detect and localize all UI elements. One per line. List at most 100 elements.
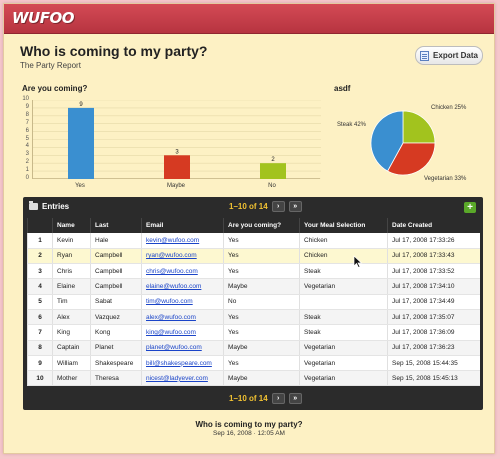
bar-value-label: 9 (79, 102, 83, 108)
cell-coming: Yes (223, 233, 300, 249)
column-header[interactable]: Email (141, 218, 224, 233)
cell-last: Hale (90, 233, 142, 249)
email-link[interactable]: chris@wufoo.com (146, 268, 198, 275)
pager-text-bottom: 1–10 of 14 (229, 394, 268, 403)
row-number: 7 (27, 324, 53, 341)
cell-date: Jul 17, 2008 17:33:43 (387, 248, 480, 265)
add-entry-button[interactable]: + (464, 202, 476, 213)
table-row[interactable]: 5 Tim Sabat tim@wufoo.com No Jul 17, 2008 17:… (27, 294, 480, 310)
cell-last: Kong (90, 324, 142, 341)
cell-meal: Chicken (299, 248, 388, 265)
cell-email: nicest@ladyever.com (141, 370, 224, 387)
table-row[interactable]: 4 Elaine Campbell elaine@wufoo.com Maybe Vege… (27, 278, 480, 295)
email-link[interactable]: ryan@wufoo.com (146, 252, 197, 259)
last-page-button[interactable]: » (288, 201, 302, 212)
next-page-button-bottom[interactable]: › (271, 393, 285, 404)
table-row[interactable]: 10 Mother Theresa nicest@ladyever.com Maybe V… (27, 370, 480, 387)
pager-text: 1–10 of 14 (229, 202, 268, 211)
cell-coming: Yes (223, 263, 300, 280)
bar-value-label: 2 (271, 157, 275, 163)
export-data-label: Export Data (433, 51, 478, 60)
export-data-button[interactable]: Export Data (415, 46, 483, 65)
cell-name: Mother (52, 370, 91, 387)
row-number: 3 (27, 263, 53, 280)
email-link[interactable]: nicest@ladyever.com (146, 375, 208, 382)
column-header[interactable] (27, 218, 53, 233)
row-number: 6 (27, 309, 53, 326)
footer-date: Sep 16, 2008 · 12:05 AM (213, 430, 285, 437)
y-tick-label: 3 (25, 151, 29, 158)
cell-meal: Vegetarian (299, 340, 388, 356)
table-header-row: Name Last Email Are you coming? Your Meal Se… (27, 218, 480, 233)
entries-panel: Entries 1–10 of 14 › » + Name Last Email Ar… (23, 197, 483, 410)
column-header[interactable]: Are you coming? (223, 218, 300, 233)
bar-chart-plot: 9 3 2 (32, 100, 321, 179)
pager-top: 1–10 of 14 › » (229, 201, 302, 212)
table-row[interactable]: 7 King Kong king@wufoo.com Yes Steak Jul 17, 2… (27, 324, 480, 341)
x-tick-label: Maybe (166, 183, 185, 189)
cell-coming: Maybe (223, 278, 300, 295)
email-link[interactable]: alex@wufoo.com (146, 314, 196, 321)
wufoo-logo[interactable]: WUFOO (12, 9, 74, 27)
email-link[interactable]: bill@shakespeare.com (146, 360, 212, 367)
table-row[interactable]: 9 William Shakespeare bill@shakespeare.com Y… (27, 355, 480, 372)
cell-meal (299, 294, 388, 310)
email-link[interactable]: kevin@wufoo.com (146, 237, 199, 244)
cell-coming: Maybe (223, 340, 300, 356)
cell-email: kevin@wufoo.com (141, 233, 224, 249)
cell-coming: Yes (223, 309, 300, 326)
bar-no (260, 163, 286, 179)
cell-name: Kevin (52, 233, 91, 249)
cell-last: Campbell (90, 263, 142, 280)
table-row[interactable]: 1 Kevin Hale kevin@wufoo.com Yes Chicken Jul 1… (27, 233, 480, 249)
column-header[interactable]: Your Meal Selection (299, 218, 388, 233)
pie-slice-label: Vegetarian 33% (424, 176, 467, 182)
pie-chart-svg (370, 110, 436, 176)
bar-yes (68, 107, 94, 179)
cell-name: Elaine (52, 278, 91, 295)
table-row[interactable]: 8 Captain Planet planet@wufoo.com Maybe Veget… (27, 340, 480, 356)
cell-date: Sep 15, 2008 15:45:13 (387, 370, 480, 387)
email-link[interactable]: king@wufoo.com (146, 329, 196, 336)
cell-meal: Vegetarian (299, 355, 388, 372)
cell-date: Jul 17, 2008 17:34:49 (387, 294, 480, 310)
row-number: 9 (27, 355, 53, 372)
column-header[interactable]: Last (90, 218, 142, 233)
y-tick-label: 4 (25, 143, 29, 150)
cell-email: bill@shakespeare.com (141, 355, 224, 372)
pie-slice-label: Steak 42% (337, 122, 367, 128)
column-header[interactable]: Date Created (387, 218, 480, 233)
x-tick-label: No (268, 183, 276, 189)
cell-date: Jul 17, 2008 17:36:09 (387, 324, 480, 341)
bar-chart-svg: 9 3 2 (33, 100, 321, 179)
cell-last: Sabat (90, 294, 142, 310)
entries-header: Entries (29, 201, 69, 211)
y-tick-label: 0 (25, 175, 29, 181)
table-row[interactable]: 3 Chris Campbell chris@wufoo.com Yes Steak Jul… (27, 263, 480, 280)
cell-last: Planet (90, 340, 142, 356)
y-tick-label: 1 (25, 167, 29, 174)
cell-name: King (52, 324, 91, 341)
cell-meal: Steak (299, 309, 388, 326)
cell-date: Jul 17, 2008 17:36:23 (387, 340, 480, 356)
email-link[interactable]: tim@wufoo.com (146, 298, 193, 305)
cell-name: Ryan (52, 248, 91, 265)
last-page-button-bottom[interactable]: » (288, 393, 302, 404)
page-title: Who is coming to my party? (20, 43, 208, 59)
table-row[interactable]: 2 Ryan Campbell ryan@wufoo.com Yes Chicken Jul… (27, 248, 480, 265)
email-link[interactable]: elaine@wufoo.com (146, 283, 201, 290)
cell-last: Theresa (90, 370, 142, 387)
table-row[interactable]: 6 Alex Vazquez alex@wufoo.com Yes Steak Jul 17… (27, 309, 480, 326)
cell-date: Jul 17, 2008 17:34:10 (387, 278, 480, 295)
column-header[interactable]: Name (52, 218, 91, 233)
folder-icon (29, 201, 38, 210)
cell-name: Alex (52, 309, 91, 326)
pie-chart-title: asdf (334, 84, 351, 93)
email-link[interactable]: planet@wufoo.com (146, 344, 202, 351)
cell-date: Jul 17, 2008 17:35:07 (387, 309, 480, 326)
cell-last: Campbell (90, 248, 142, 265)
cell-meal: Vegetarian (299, 370, 388, 387)
entries-table: Name Last Email Are you coming? Your Meal Se… (27, 218, 480, 387)
next-page-button[interactable]: › (271, 201, 285, 212)
y-tick-label: 7 (25, 119, 29, 126)
